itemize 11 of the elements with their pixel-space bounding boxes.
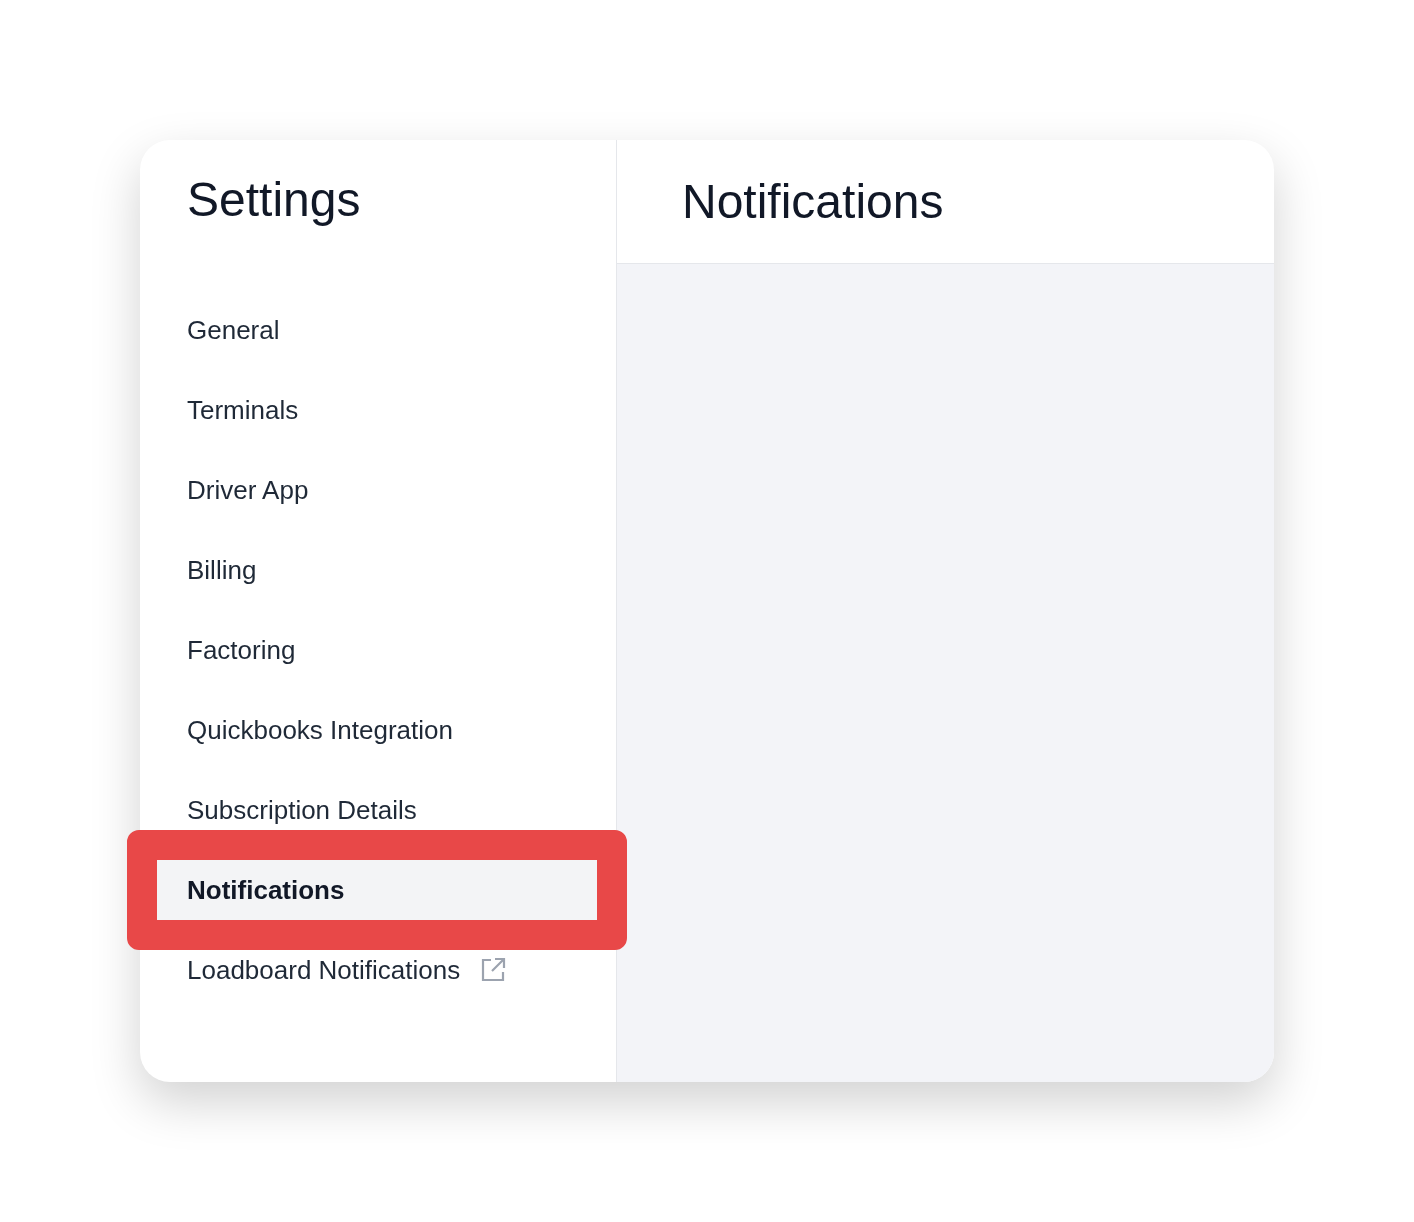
- sidebar-item[interactable]: Subscription Details: [157, 780, 597, 840]
- sidebar-item[interactable]: Quickbooks Integration: [157, 700, 597, 760]
- sidebar-item[interactable]: Factoring: [157, 620, 597, 680]
- sidebar-title: Settings: [187, 172, 361, 228]
- page-title: Notifications: [682, 173, 944, 230]
- sidebar-item[interactable]: Notifications: [157, 860, 597, 920]
- sidebar-item[interactable]: Terminals: [157, 380, 597, 440]
- sidebar-item[interactable]: Loadboard Notifications: [157, 940, 597, 1000]
- sidebar-item[interactable]: Billing: [157, 540, 597, 600]
- sidebar-item[interactable]: General: [157, 300, 597, 360]
- sidebar-item[interactable]: Driver App: [157, 460, 597, 520]
